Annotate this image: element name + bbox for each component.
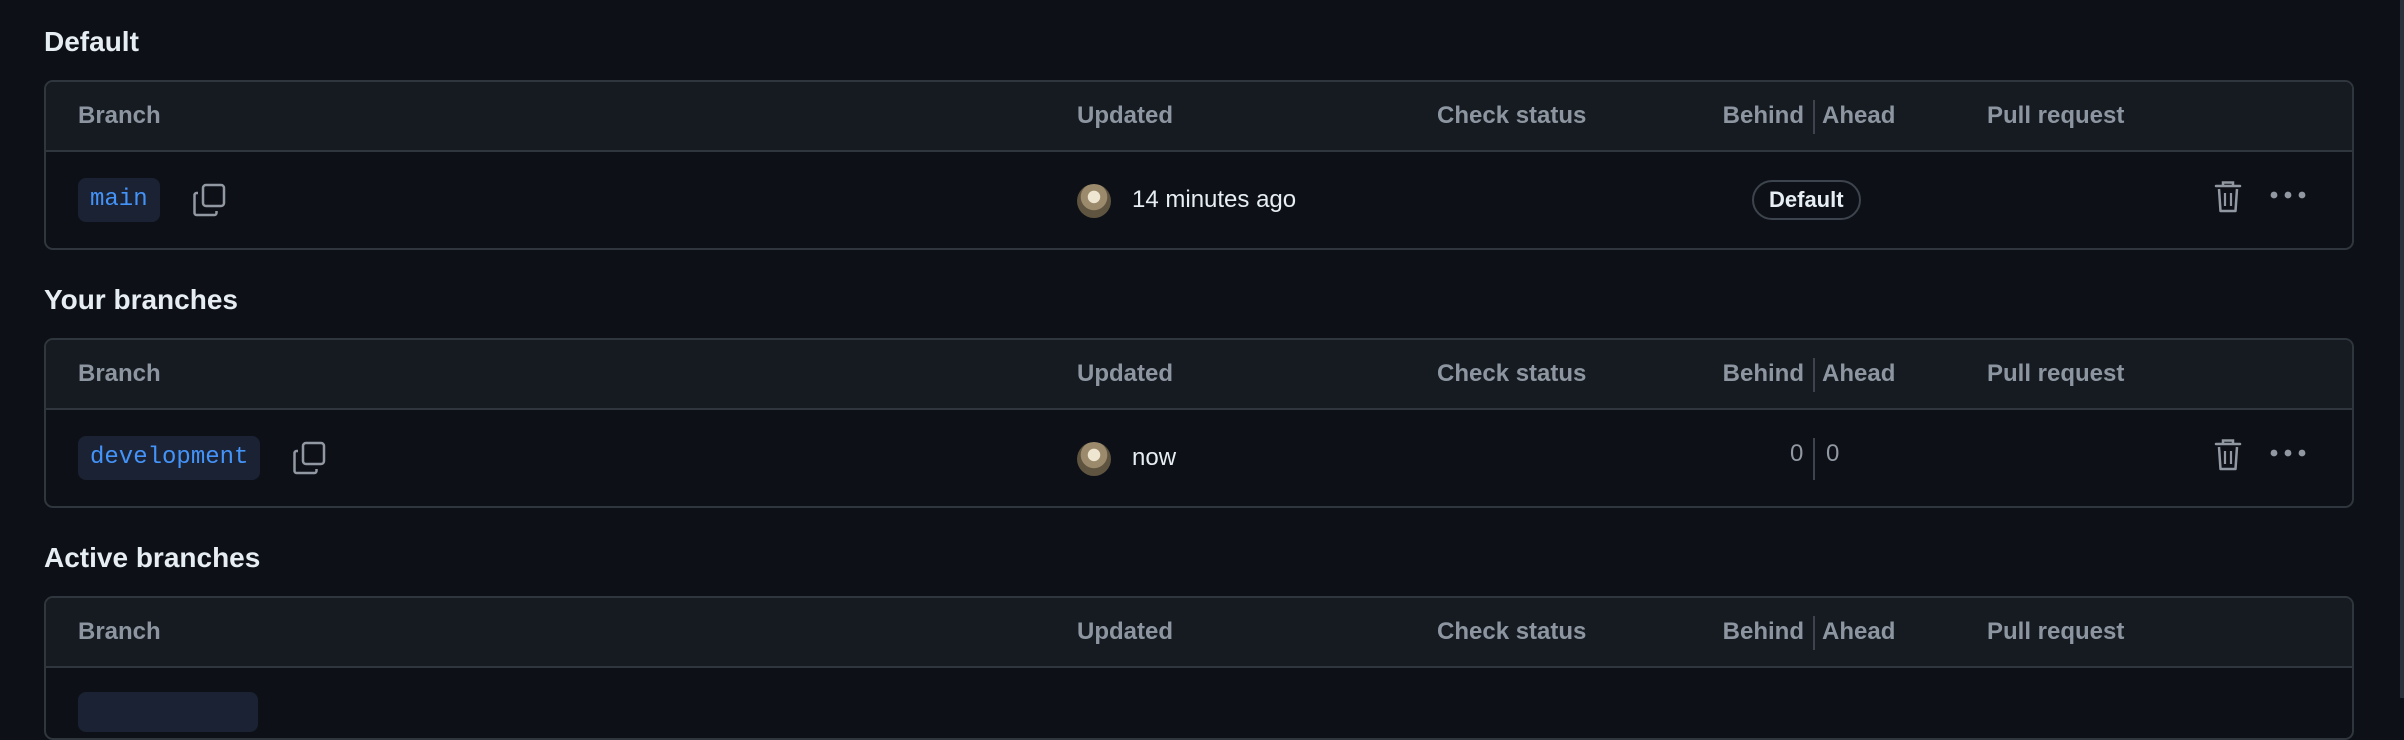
trash-icon[interactable] [2214, 438, 2242, 472]
updated-time: now [1132, 444, 1177, 471]
col-behind: Behind [1722, 618, 1804, 645]
col-branch: Branch [78, 360, 161, 387]
col-behind: Behind [1722, 360, 1804, 387]
trash-icon[interactable] [2214, 180, 2242, 214]
copy-icon[interactable] [292, 440, 328, 476]
branch-link-development[interactable]: development [78, 436, 261, 480]
table-header: Branch Updated Check status Behind Ahead… [46, 340, 2352, 410]
default-badge: Default [1752, 180, 1861, 220]
col-check-status: Check status [1437, 618, 1587, 645]
behind-ahead-divider [1813, 100, 1815, 134]
table-row: development now 0 0 [46, 410, 2352, 506]
table-row: main 14 minutes ago Default [46, 152, 2352, 248]
copy-icon[interactable] [192, 182, 228, 218]
user-avatar[interactable] [1077, 184, 1111, 218]
table-header: Branch Updated Check status Behind Ahead… [46, 82, 2352, 152]
col-updated: Updated [1077, 618, 1173, 645]
col-ahead: Ahead [1822, 360, 1896, 387]
col-pull-request: Pull request [1987, 360, 2125, 387]
scrollbar-edge[interactable] [2400, 0, 2404, 698]
col-updated: Updated [1077, 360, 1173, 387]
col-pull-request: Pull request [1987, 102, 2125, 129]
col-branch: Branch [78, 618, 161, 645]
kebab-horizontal-icon[interactable] [2268, 438, 2308, 468]
your-branches-table: Branch Updated Check status Behind Ahead… [44, 338, 2354, 508]
user-avatar[interactable] [1077, 442, 1111, 476]
behind-ahead-divider [1813, 616, 1815, 650]
kebab-horizontal-icon[interactable] [2268, 180, 2308, 210]
col-updated: Updated [1077, 102, 1173, 129]
active-branches-table: Branch Updated Check status Behind Ahead… [44, 596, 2354, 740]
behind-ahead-divider [1813, 358, 1815, 392]
col-ahead: Ahead [1822, 102, 1896, 129]
section-title-active-branches: Active branches [44, 542, 261, 573]
col-branch: Branch [78, 102, 161, 129]
updated-time: 14 minutes ago [1132, 186, 1297, 213]
col-check-status: Check status [1437, 102, 1587, 129]
behind-count: 0 [1790, 440, 1804, 467]
section-title-default: Default [44, 26, 139, 57]
behind-ahead-divider [1813, 438, 1815, 480]
branch-pill-partial[interactable] [78, 692, 258, 732]
col-check-status: Check status [1437, 360, 1587, 387]
col-ahead: Ahead [1822, 618, 1896, 645]
col-pull-request: Pull request [1987, 618, 2125, 645]
default-branches-table: Branch Updated Check status Behind Ahead… [44, 80, 2354, 250]
col-behind: Behind [1722, 102, 1804, 129]
ahead-count: 0 [1826, 440, 1840, 467]
section-title-your-branches: Your branches [44, 284, 238, 315]
table-header: Branch Updated Check status Behind Ahead… [46, 598, 2352, 668]
branch-link-main[interactable]: main [78, 178, 160, 222]
table-row [46, 668, 2352, 738]
